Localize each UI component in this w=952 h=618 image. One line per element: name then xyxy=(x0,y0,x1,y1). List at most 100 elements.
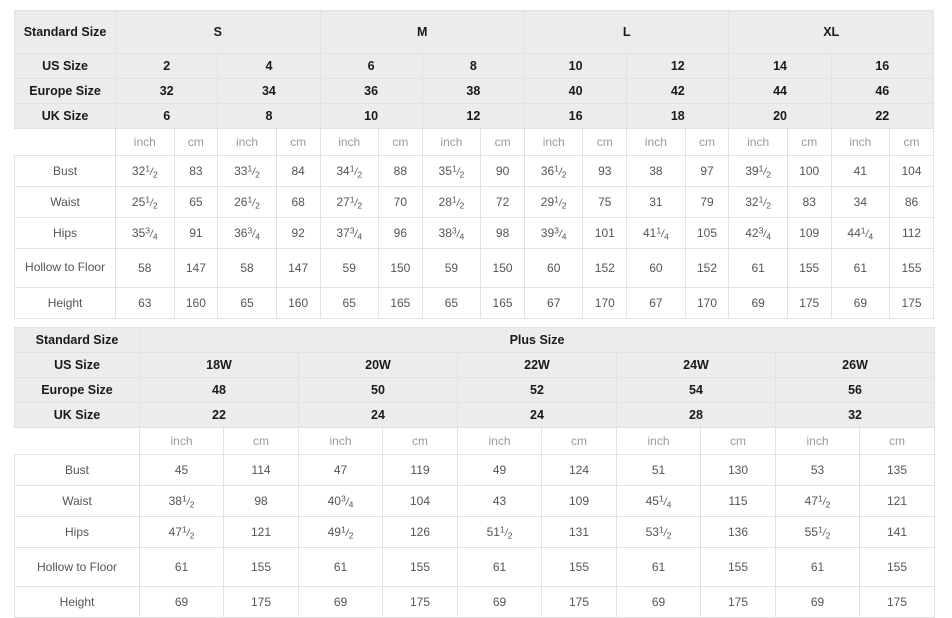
europe-size-cell: 42 xyxy=(626,78,730,104)
measure-cell: 361/2 xyxy=(523,155,584,187)
measure-cell: 112 xyxy=(889,217,934,249)
row-label-europe-size: Europe Size xyxy=(14,377,140,403)
measure-cell: 136 xyxy=(700,516,776,548)
row-label-height: Height xyxy=(14,586,140,618)
unit-cell: cm xyxy=(275,128,321,156)
measure-cell: 69 xyxy=(775,586,860,618)
measure-cell: 61 xyxy=(616,547,701,587)
uk-size-cell: 24 xyxy=(298,402,458,428)
measure-cell: 170 xyxy=(582,287,628,319)
measure-cell: 61 xyxy=(775,547,860,587)
measure-cell: 155 xyxy=(382,547,458,587)
table-row-hollow-to-floor: Hollow to Floor 58 147 58 147 59 150 59 … xyxy=(13,248,934,288)
size-group-l: L xyxy=(523,10,730,54)
unit-cell: inch xyxy=(298,427,383,455)
unit-cell: cm xyxy=(541,427,617,455)
measure-cell: 83 xyxy=(173,155,219,187)
measure-cell: 69 xyxy=(616,586,701,618)
row-label-bust: Bust xyxy=(14,454,140,486)
row-label-waist: Waist xyxy=(13,186,117,218)
uk-size-cell: 24 xyxy=(457,402,617,428)
unit-cell: cm xyxy=(223,427,299,455)
measure-cell: 43 xyxy=(457,485,542,517)
measure-cell: 403/4 xyxy=(298,485,383,517)
measure-cell: 551/2 xyxy=(775,516,860,548)
measure-cell: 65 xyxy=(421,287,482,319)
us-size-cell: 18W xyxy=(139,352,299,378)
plus-size-group-label: Plus Size xyxy=(138,327,936,353)
measure-cell: 471/2 xyxy=(139,516,224,548)
row-label-uk-size: UK Size xyxy=(14,402,140,428)
measure-cell: 61 xyxy=(457,547,542,587)
measure-cell: 59 xyxy=(319,248,379,288)
unit-cell: cm xyxy=(173,128,219,156)
standard-size-group-row: Standard Size S M L XL xyxy=(13,10,934,54)
measure-cell: 441/4 xyxy=(830,217,891,249)
measure-cell: 175 xyxy=(223,586,299,618)
unit-cell: cm xyxy=(889,128,934,156)
unit-cell: cm xyxy=(382,427,458,455)
measure-cell: 152 xyxy=(582,248,628,288)
measure-cell: 59 xyxy=(421,248,482,288)
us-size-cell: 14 xyxy=(728,53,832,79)
table-row-height: Height 69 175 69 175 69 175 69 175 69 17… xyxy=(14,586,936,618)
standard-europe-size-row: Europe Size 32 34 36 38 40 42 44 46 xyxy=(13,78,935,104)
measure-cell: 114 xyxy=(223,454,299,486)
measure-cell: 423/4 xyxy=(728,217,788,249)
unit-cell: inch xyxy=(830,128,891,156)
measure-cell: 70 xyxy=(377,186,423,218)
measure-cell: 341/2 xyxy=(319,155,379,187)
measure-cell: 41 xyxy=(830,155,891,187)
measure-cell: 61 xyxy=(139,547,224,587)
europe-size-cell: 36 xyxy=(319,78,423,104)
measure-cell: 411/4 xyxy=(626,217,686,249)
measure-cell: 101 xyxy=(582,217,628,249)
unit-cell: inch xyxy=(217,128,277,156)
table-row-hollow-to-floor: Hollow to Floor 61 155 61 155 61 155 61 … xyxy=(14,547,936,587)
unit-cell: inch xyxy=(728,128,788,156)
measure-cell: 65 xyxy=(319,287,379,319)
measure-cell: 491/2 xyxy=(298,516,383,548)
measure-cell: 155 xyxy=(858,547,936,587)
plus-size-table: Standard Size Plus Size US Size 18W 20W … xyxy=(14,327,936,618)
measure-cell: 98 xyxy=(223,485,299,517)
europe-size-cell: 46 xyxy=(830,78,935,104)
measure-cell: 261/2 xyxy=(217,186,277,218)
unit-cell: inch xyxy=(115,128,175,156)
measure-cell: 58 xyxy=(115,248,175,288)
unit-cell: inch xyxy=(457,427,542,455)
measure-cell: 68 xyxy=(275,186,321,218)
measure-cell: 451/4 xyxy=(616,485,701,517)
measure-cell: 100 xyxy=(786,155,832,187)
measure-cell: 363/4 xyxy=(217,217,277,249)
measure-cell: 58 xyxy=(217,248,277,288)
unit-cell: cm xyxy=(786,128,832,156)
standard-unit-row: inch cm inch cm inch cm inch cm inch cm … xyxy=(13,128,934,156)
measure-cell: 321/2 xyxy=(115,155,175,187)
uk-size-cell: 28 xyxy=(616,402,776,428)
measure-cell: 53 xyxy=(775,454,860,486)
measure-cell: 45 xyxy=(139,454,224,486)
row-label-europe-size: Europe Size xyxy=(13,78,117,104)
unit-cell: inch xyxy=(523,128,584,156)
europe-size-cell: 56 xyxy=(774,377,936,403)
measure-cell: 135 xyxy=(858,454,936,486)
measure-cell: 175 xyxy=(786,287,832,319)
measure-cell: 65 xyxy=(217,287,277,319)
measure-cell: 61 xyxy=(298,547,383,587)
us-size-cell: 2 xyxy=(115,53,219,79)
europe-size-cell: 32 xyxy=(115,78,219,104)
measure-cell: 63 xyxy=(115,287,175,319)
unit-cell: inch xyxy=(421,128,482,156)
uk-size-cell: 12 xyxy=(421,103,526,129)
table-row-hips: Hips 353/4 91 363/4 92 373/4 96 383/4 98… xyxy=(13,217,934,249)
measure-cell: 160 xyxy=(275,287,321,319)
measure-cell: 393/4 xyxy=(523,217,584,249)
measure-cell: 251/2 xyxy=(115,186,175,218)
measure-cell: 115 xyxy=(700,485,776,517)
row-label-hollow-to-floor: Hollow to Floor xyxy=(14,547,140,587)
plus-size-group-row: Standard Size Plus Size xyxy=(14,327,936,353)
plus-unit-row: inch cm inch cm inch cm inch cm inch cm xyxy=(14,427,936,455)
measure-cell: 511/2 xyxy=(457,516,542,548)
measure-cell: 69 xyxy=(139,586,224,618)
